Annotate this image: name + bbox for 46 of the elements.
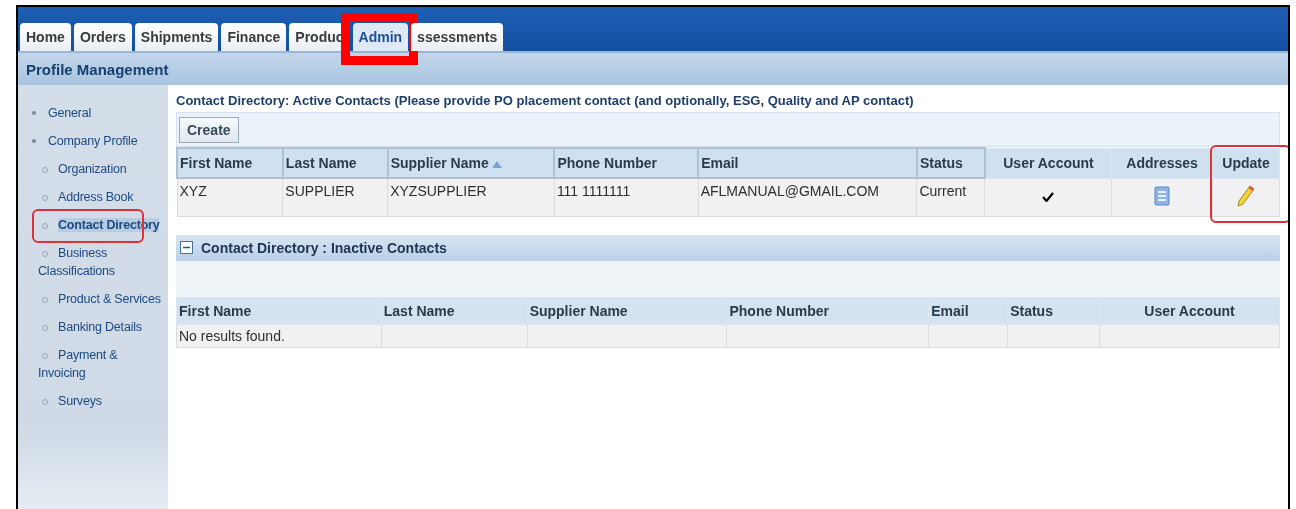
- sidebar-item[interactable]: Organization: [18, 155, 168, 183]
- column-header[interactable]: Email: [928, 297, 1008, 324]
- column-header[interactable]: Status: [1007, 297, 1100, 324]
- column-header[interactable]: User Account: [984, 148, 1112, 178]
- sidebar-item[interactable]: General: [18, 99, 168, 127]
- sidebar-item[interactable]: Banking Details: [18, 313, 168, 341]
- table-cell: AFLMANUAL@GMAIL.COM: [698, 178, 917, 216]
- sidebar-item[interactable]: Product & Services: [18, 285, 168, 313]
- column-header[interactable]: Last Name: [381, 297, 528, 324]
- nav-tab[interactable]: Home: [20, 23, 71, 51]
- table-cell: Current: [916, 178, 985, 216]
- sidebar-item[interactable]: Address Book: [18, 183, 168, 211]
- create-button[interactable]: Create: [179, 117, 239, 143]
- column-header[interactable]: Phone Number: [554, 148, 699, 178]
- table-cell: SUPPLIER: [282, 178, 388, 216]
- table-cell: 111 1111111: [554, 178, 699, 216]
- sort-icon: [491, 160, 502, 168]
- table-cell: XYZ: [177, 178, 283, 216]
- section-title: Contact Directory : Inactive Contacts: [201, 239, 447, 256]
- column-header[interactable]: Supplier Name: [387, 148, 555, 178]
- nav-tab[interactable]: Admin: [352, 23, 409, 51]
- sidebar-item[interactable]: Payment & Invoicing: [18, 341, 168, 387]
- table-cell: XYZSUPPLIER: [387, 178, 555, 216]
- nav-tab[interactable]: ssessments: [411, 23, 504, 51]
- column-header[interactable]: First Name: [176, 297, 382, 324]
- sidebar-item[interactable]: Company Profile: [18, 127, 168, 155]
- nav-tab[interactable]: Finance: [221, 23, 287, 51]
- nav-tab[interactable]: Orders: [73, 23, 132, 51]
- nav-tab[interactable]: Shipments: [134, 23, 219, 51]
- sidebar-item[interactable]: Surveys: [18, 387, 168, 415]
- column-header[interactable]: Addresses: [1111, 148, 1213, 178]
- column-header[interactable]: First Name: [177, 148, 283, 178]
- collapse-toggle[interactable]: [180, 241, 193, 254]
- section-title: Contact Directory: Active Contacts (Please provide PO placement contact (and optionally, ESG, Quality and AP contact): [176, 93, 915, 108]
- column-header[interactable]: Email: [698, 148, 917, 178]
- column-header[interactable]: Supplier Name: [527, 297, 727, 324]
- sidebar-item[interactable]: Business Classifications: [18, 239, 168, 285]
- column-header[interactable]: Update: [1212, 148, 1280, 178]
- column-header[interactable]: Phone Number: [726, 297, 929, 324]
- empty-message: No results found.: [176, 324, 382, 347]
- address-book-icon[interactable]: [1154, 185, 1171, 206]
- column-header[interactable]: User Account: [1099, 297, 1280, 324]
- section-header: Profile Management: [18, 51, 1288, 85]
- column-header[interactable]: Status: [916, 148, 985, 178]
- pencil-icon[interactable]: [1237, 184, 1255, 207]
- column-header[interactable]: Last Name: [282, 148, 388, 178]
